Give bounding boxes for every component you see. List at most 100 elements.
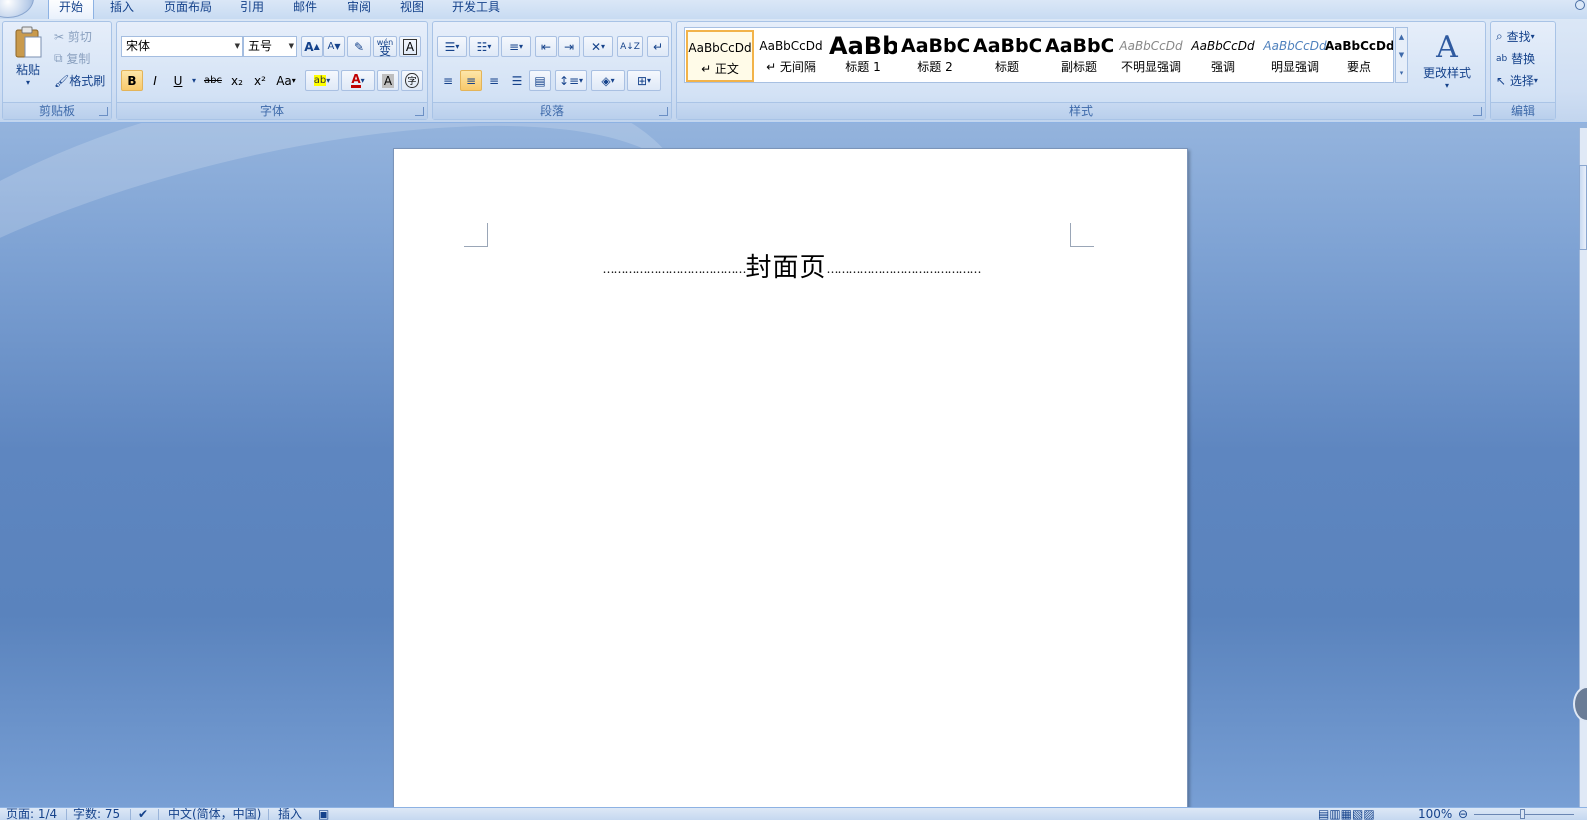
show-marks-button[interactable]: ↵ (647, 36, 669, 57)
italic-button[interactable]: I (144, 70, 166, 91)
view-buttons-icon[interactable]: ▤▥▦▧▨ (1318, 808, 1375, 820)
style-subtitle[interactable]: AaBbC 副标题 (1045, 30, 1113, 82)
tab-review[interactable]: 审阅 (347, 0, 371, 19)
word-count[interactable]: 字数: 75 (73, 808, 120, 820)
style-strong[interactable]: AaBbCcDd 要点 (1325, 30, 1393, 82)
indent-icon: ⇥ (563, 39, 575, 54)
font-color-button[interactable]: A ▾ (341, 70, 375, 91)
clear-format-button[interactable]: ✎ (347, 36, 371, 57)
multilevel-list-icon: ≡ (508, 39, 520, 54)
align-right-button[interactable]: ≡ (483, 70, 505, 91)
tab-developer[interactable]: 开发工具 (452, 0, 500, 19)
numbering-button[interactable]: ☷ ▾ (469, 36, 499, 57)
chevron-down-icon[interactable]: ▼ (1396, 46, 1407, 64)
style-heading-1[interactable]: AaBb 标题 1 (829, 30, 897, 82)
tab-home[interactable]: 开始 (48, 0, 95, 19)
phonetic-guide-button[interactable]: wén 变 (373, 36, 397, 57)
floating-tool-icon[interactable] (1573, 686, 1587, 722)
sort-icon: A↓Z (620, 41, 640, 52)
paste-button[interactable]: 粘贴 ▾ (7, 24, 49, 94)
chevron-up-icon[interactable]: ▲ (1396, 28, 1407, 46)
superscript-button[interactable]: x² (249, 70, 271, 91)
clipboard-dialog-launcher[interactable] (99, 107, 108, 116)
document-heading[interactable]: …………………………………封面页…………………………………… (394, 247, 1189, 284)
office-button[interactable] (0, 0, 34, 18)
font-group: 宋体 ▼ 五号 ▼ A ▲ A ▼ ✎ wén 变 A B I U ▾ abc x₂ x²… (116, 21, 428, 120)
tab-insert[interactable]: 插入 (110, 0, 134, 19)
underline-button[interactable]: U (167, 70, 189, 91)
justify-button[interactable]: ☰ (506, 70, 528, 91)
styles-dialog-launcher[interactable] (1473, 107, 1482, 116)
insert-mode[interactable]: 插入 (278, 808, 302, 820)
cut-button[interactable]: ✂ 剪切 (53, 26, 109, 47)
margin-corner-top-right (1070, 223, 1094, 247)
increase-indent-button[interactable]: ⇥ (558, 36, 580, 57)
tab-view[interactable]: 视图 (400, 0, 424, 19)
style-no-spacing[interactable]: AaBbCcDd ↵ 无间隔 (757, 30, 825, 82)
gallery-more-icon[interactable]: ▾ (1396, 64, 1407, 82)
scrollbar-thumb[interactable] (1579, 165, 1587, 250)
gallery-scroll[interactable]: ▲ ▼ ▾ (1395, 27, 1408, 83)
paragraph-dialog-launcher[interactable] (659, 107, 668, 116)
align-center-button[interactable]: ≡ (460, 70, 482, 91)
format-painter-button[interactable]: 🖌 格式刷 (53, 70, 111, 91)
font-size-combo[interactable]: 五号 ▼ (243, 36, 297, 57)
enclose-characters-button[interactable]: 字 (401, 70, 423, 91)
format-painter-label: 格式刷 (69, 74, 106, 88)
font-name-combo[interactable]: 宋体 ▼ (121, 36, 243, 57)
style-heading-2[interactable]: AaBbC 标题 2 (901, 30, 969, 82)
underline-dropdown[interactable]: ▾ (189, 70, 199, 91)
style-normal[interactable]: AaBbCcDd ↵ 正文 (686, 30, 754, 82)
highlight-button[interactable]: ab ▾ (305, 70, 339, 91)
change-styles-button[interactable]: A 更改样式 ▾ (1412, 26, 1482, 96)
copy-button[interactable]: ⧉ 复制 (53, 48, 109, 69)
zoom-level[interactable]: 100% (1418, 808, 1452, 820)
sort-button[interactable]: A↓Z (617, 36, 643, 57)
zoom-out-icon[interactable]: ⊖ (1458, 808, 1468, 820)
chinese-layout-button[interactable]: ✕ ▾ (583, 36, 613, 57)
select-button[interactable]: ↖ 选择 ▾ (1495, 70, 1553, 91)
distributed-button[interactable]: ▤ (529, 70, 551, 91)
style-name: 副标题 (1060, 60, 1097, 74)
borders-button[interactable]: ⊞ ▾ (627, 70, 661, 91)
tab-mailings[interactable]: 邮件 (293, 0, 317, 19)
bold-button[interactable]: B (121, 70, 143, 91)
style-intense-emphasis[interactable]: AaBbCcDd 明显强调 (1261, 30, 1329, 82)
macro-record-icon[interactable]: ▣ (318, 808, 329, 820)
change-case-button[interactable]: Aa ▾ (272, 70, 300, 91)
replace-button[interactable]: ab 替换 (1495, 48, 1553, 69)
page-count[interactable]: 页面: 1/4 (6, 808, 57, 820)
language-indicator[interactable]: 中文(简体，中国) (168, 808, 261, 820)
style-title[interactable]: AaBbC 标题 (973, 30, 1041, 82)
style-preview: AaBbC (1045, 35, 1113, 57)
find-label: 查找 (1506, 30, 1531, 44)
align-left-button[interactable]: ≡ (437, 70, 459, 91)
font-name-value: 宋体 (126, 39, 151, 53)
line-spacing-button[interactable]: ↕≡ ▾ (555, 70, 587, 91)
font-dialog-launcher[interactable] (415, 107, 424, 116)
shrink-font-button[interactable]: A ▼ (323, 36, 345, 57)
select-label: 选择 (1509, 74, 1534, 88)
proofing-icon[interactable]: ✔ (138, 808, 148, 820)
decrease-indent-button[interactable]: ⇤ (535, 36, 557, 57)
style-subtle-emphasis[interactable]: AaBbCcDd 不明显强调 (1117, 30, 1185, 82)
shading-button[interactable]: ◈ ▾ (591, 70, 625, 91)
find-button[interactable]: ⌕ 查找 ▾ (1495, 26, 1553, 47)
grow-font-button[interactable]: A ▲ (301, 36, 323, 57)
help-icon[interactable] (1575, 0, 1585, 10)
character-border-button[interactable]: A (399, 36, 421, 57)
zoom-slider-thumb[interactable] (1520, 809, 1525, 819)
tab-references[interactable]: 引用 (240, 0, 264, 19)
style-emphasis[interactable]: AaBbCcDd 强调 (1189, 30, 1257, 82)
document-page[interactable]: …………………………………封面页…………………………………… (393, 148, 1188, 808)
copy-icon: ⧉ (54, 51, 63, 65)
tab-page-layout[interactable]: 页面布局 (164, 0, 212, 19)
bullets-button[interactable]: ☰ ▾ (437, 36, 467, 57)
multilevel-list-button[interactable]: ≡ ▾ (501, 36, 531, 57)
subscript-button[interactable]: x₂ (226, 70, 248, 91)
style-name: ↵ 正文 (701, 62, 739, 76)
strikethrough-button[interactable]: abc (201, 70, 225, 91)
character-shading-button[interactable]: A (377, 70, 399, 91)
divider (66, 809, 67, 820)
font-color-icon: A (351, 72, 361, 88)
